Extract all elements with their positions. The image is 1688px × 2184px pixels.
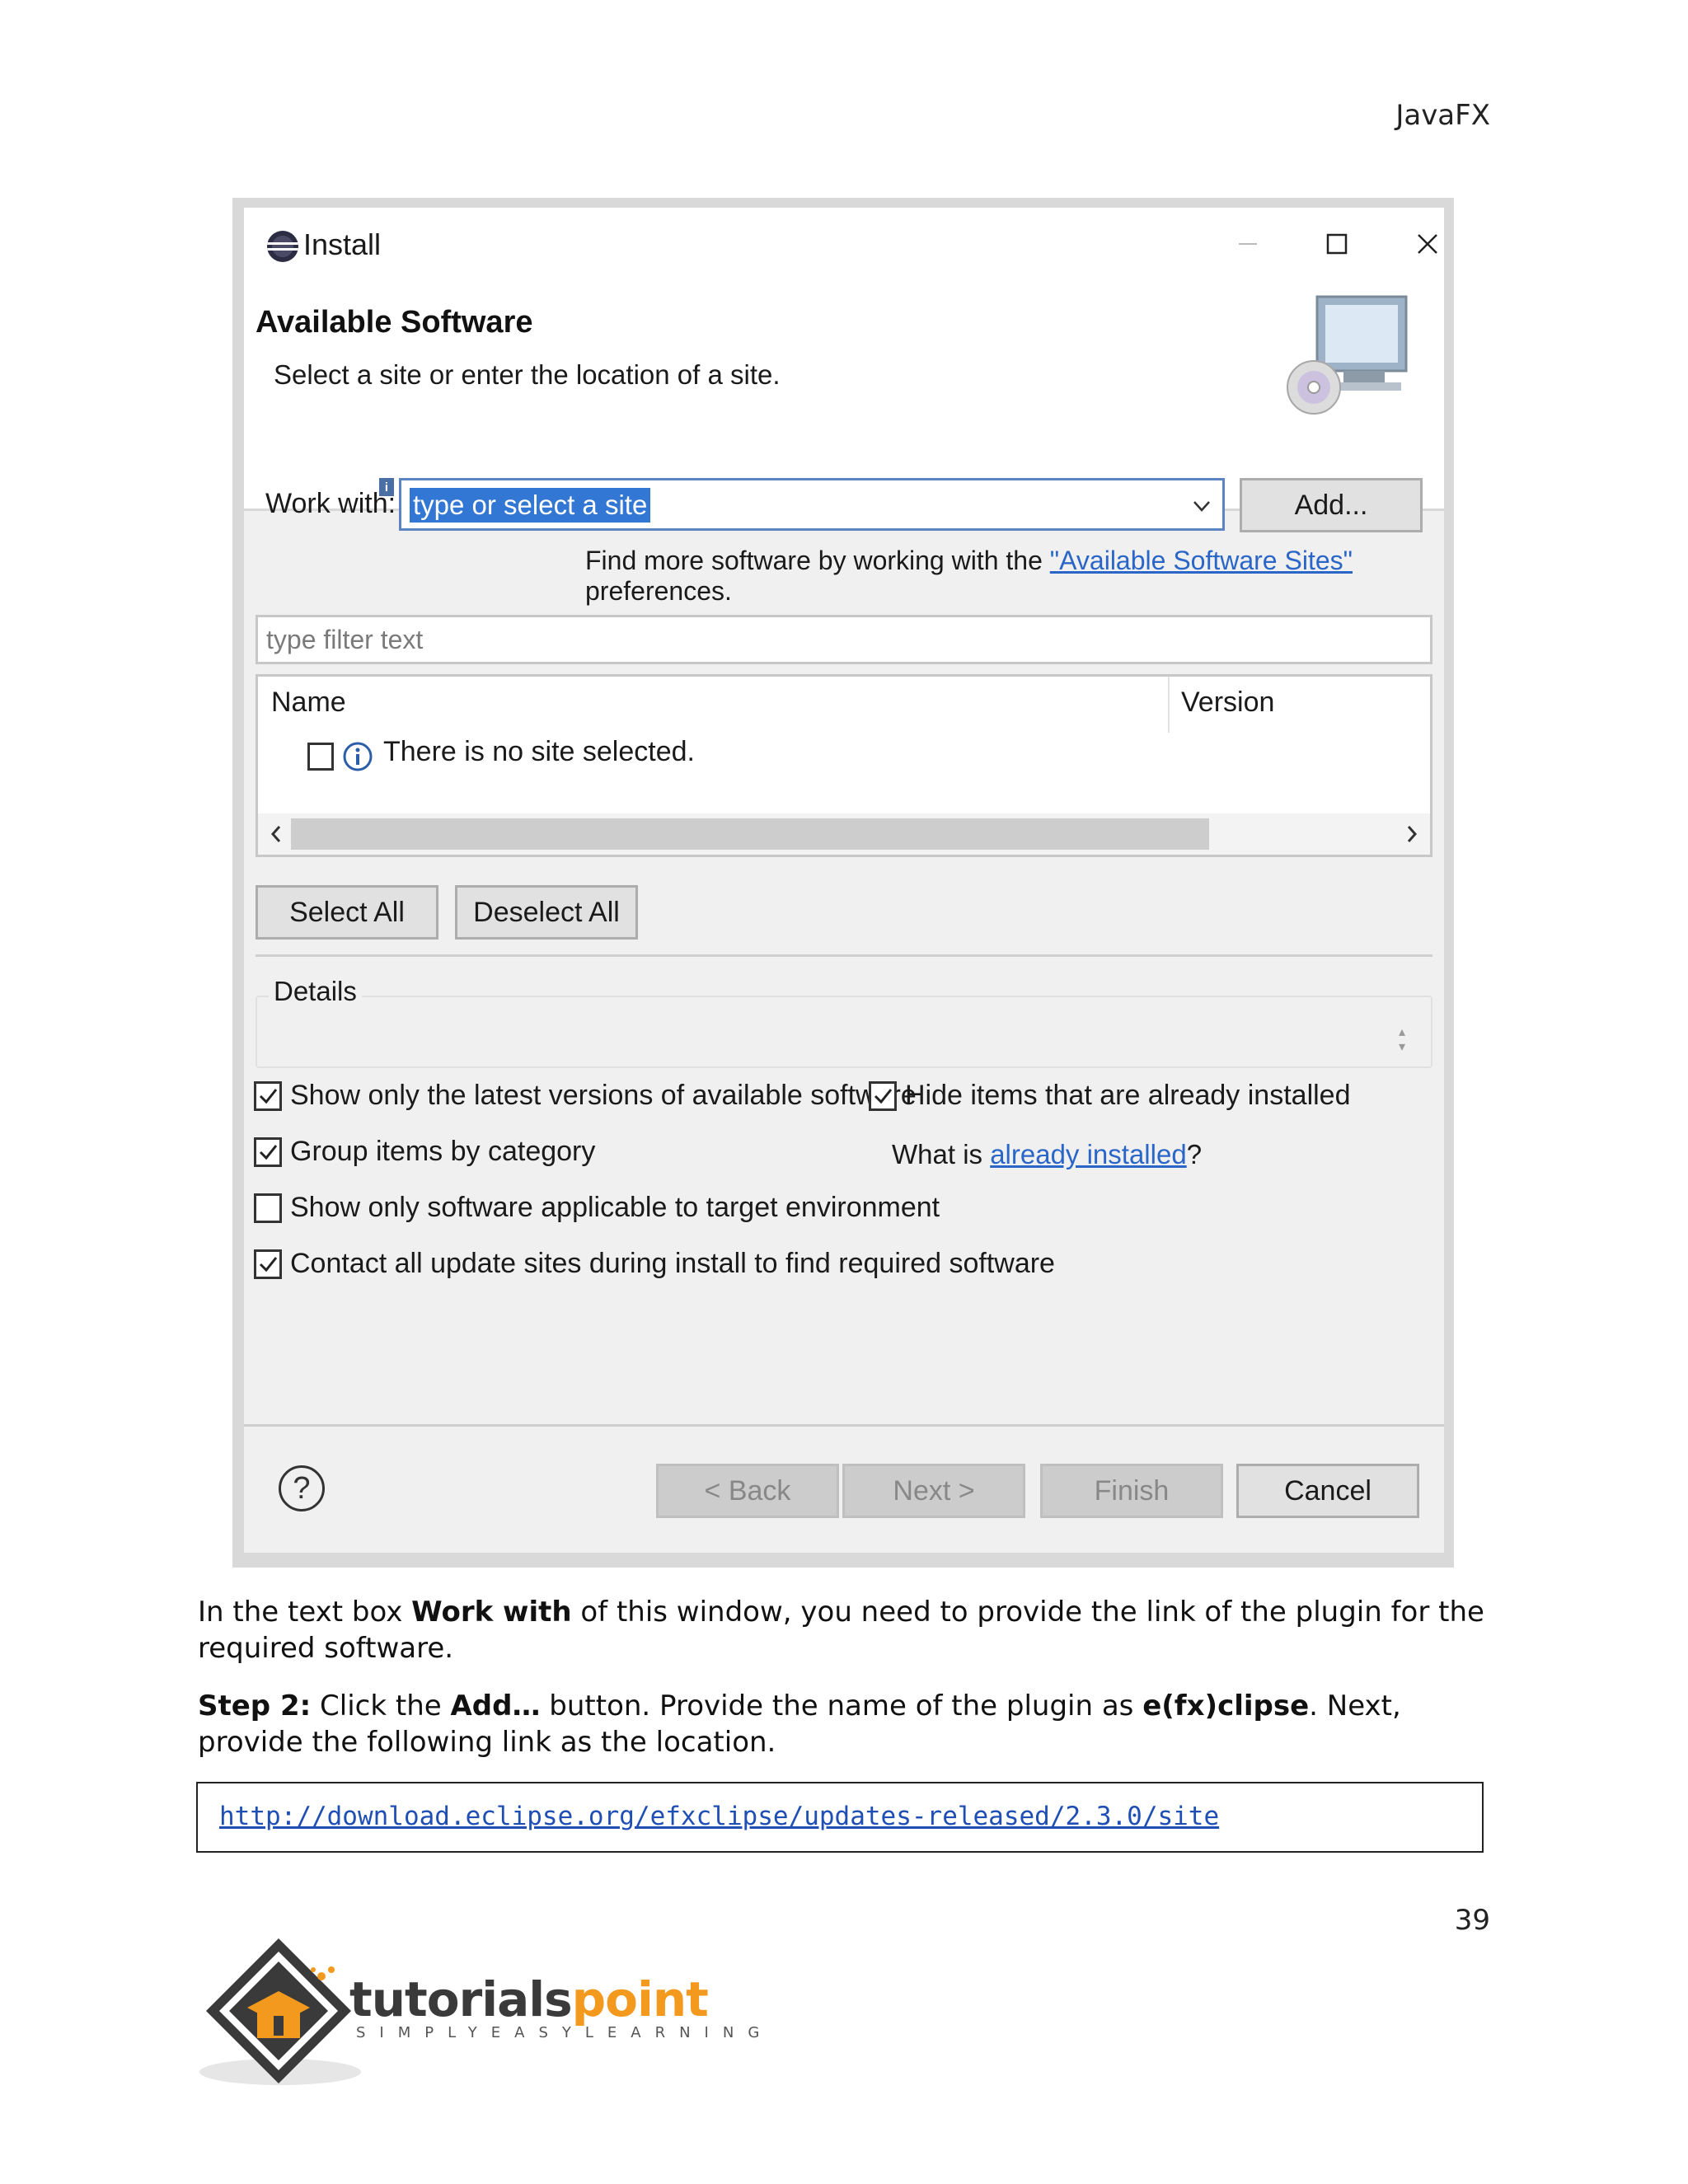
checkbox[interactable] — [254, 1249, 282, 1279]
finish-button[interactable]: Finish — [1040, 1464, 1223, 1518]
what-is-prefix: What is — [892, 1139, 991, 1169]
logo-wordmark: tutorialspoint — [349, 1971, 709, 2027]
filter-placeholder: type filter text — [266, 625, 424, 654]
help-icon[interactable]: ? — [279, 1465, 325, 1511]
scroll-thumb[interactable] — [291, 818, 1209, 850]
logo-tagline: SIMPLYEASYLEARNING — [356, 2024, 774, 2041]
paragraph-step-2: Step 2: Click the Add… button. Provide t… — [198, 1688, 1492, 1760]
option-group-by-category[interactable]: Group items by category — [254, 1136, 595, 1168]
scroll-right-icon[interactable] — [1397, 817, 1427, 851]
step-label: Step 2: — [198, 1690, 312, 1722]
eclipse-icon — [267, 231, 298, 262]
logo-word-a: tutorials — [349, 1971, 573, 2027]
what-is-installed-text: What is already installed? — [892, 1139, 1202, 1170]
option-latest-versions[interactable]: Show only the latest versions of availab… — [254, 1080, 917, 1112]
select-all-button[interactable]: Select All — [256, 885, 438, 940]
available-sites-link[interactable]: "Available Software Sites" — [1050, 546, 1353, 575]
horizontal-scrollbar[interactable] — [258, 813, 1430, 855]
add-button[interactable]: Add... — [1240, 478, 1423, 532]
window-title: Install — [303, 227, 382, 261]
close-icon[interactable] — [1395, 219, 1461, 269]
option-label: Show only software applicable to target … — [290, 1192, 940, 1223]
url-box: http://download.eclipse.org/efxclipse/up… — [196, 1782, 1484, 1853]
work-with-label: Work with: — [265, 488, 396, 519]
checkmark-icon — [259, 1256, 278, 1272]
table-row-text: There is no site selected. — [383, 736, 695, 767]
install-wizard-icon — [1284, 290, 1416, 447]
checkbox[interactable] — [869, 1080, 897, 1111]
work-with-combo[interactable]: type or select a site — [399, 478, 1225, 531]
details-area — [256, 996, 1432, 1068]
banner-title: Available Software — [256, 305, 533, 340]
text: In the text box — [198, 1596, 412, 1629]
details-scroll-icon[interactable]: ▴ ▾ — [1393, 1025, 1411, 1058]
find-more-suffix: preferences. — [585, 576, 732, 606]
checkbox[interactable] — [254, 1080, 282, 1111]
back-button[interactable]: < Back — [656, 1464, 839, 1518]
deselect-all-button[interactable]: Deselect All — [455, 885, 638, 940]
footer-separator — [244, 1424, 1444, 1427]
details-label: Details — [269, 976, 362, 1007]
chevron-down-icon[interactable] — [1188, 492, 1216, 520]
checkbox[interactable] — [254, 1193, 282, 1223]
option-label: Show only the latest versions of availab… — [290, 1080, 917, 1111]
separator — [256, 954, 1432, 957]
scroll-left-icon[interactable] — [261, 817, 291, 851]
plugin-url-link[interactable]: http://download.eclipse.org/efxclipse/up… — [219, 1802, 1219, 1831]
find-more-text: Find more software by working with the "… — [585, 546, 1444, 607]
find-more-prefix: Find more software by working with the — [585, 546, 1050, 575]
install-dialog: Install Available Software Select a site… — [244, 208, 1444, 1553]
logo-word-b: point — [571, 1971, 709, 2027]
column-divider — [1168, 677, 1170, 733]
next-button[interactable]: Next > — [842, 1464, 1025, 1518]
info-circle-icon — [342, 741, 373, 772]
page-number: 39 — [1454, 1904, 1490, 1937]
bold-text: e(fx)clipse — [1142, 1690, 1310, 1722]
checkbox[interactable] — [254, 1137, 282, 1167]
row-checkbox[interactable] — [307, 743, 334, 771]
option-label: Hide items that are already installed — [905, 1080, 1351, 1111]
info-icon: i — [379, 478, 394, 496]
text: button. Provide the name of the plugin a… — [540, 1690, 1143, 1722]
maximize-icon[interactable] — [1304, 219, 1370, 269]
column-header-name[interactable]: Name — [271, 687, 346, 719]
what-is-suffix: ? — [1186, 1139, 1203, 1169]
filter-input[interactable]: type filter text — [256, 615, 1432, 664]
text: Click the — [311, 1690, 451, 1722]
bold-text: Work with — [411, 1596, 572, 1629]
running-header: JavaFX — [1395, 99, 1490, 132]
banner-subtitle: Select a site or enter the location of a… — [274, 359, 781, 390]
option-applicable-target[interactable]: Show only software applicable to target … — [254, 1192, 940, 1224]
checkmark-icon — [874, 1088, 893, 1104]
cancel-button[interactable]: Cancel — [1236, 1464, 1419, 1518]
software-table: Name Version There is no site selected. — [256, 674, 1432, 857]
option-label: Contact all update sites during install … — [290, 1248, 1055, 1279]
work-with-value: type or select a site — [410, 488, 651, 523]
paragraph-work-with: In the text box Work with of this window… — [198, 1594, 1492, 1666]
column-header-version[interactable]: Version — [1181, 687, 1274, 719]
checkmark-icon — [259, 1144, 278, 1160]
option-hide-installed[interactable]: Hide items that are already installed — [869, 1080, 1351, 1112]
checkmark-icon — [259, 1088, 278, 1104]
minimize-icon[interactable] — [1215, 219, 1281, 269]
bold-text: Add… — [450, 1690, 541, 1722]
option-label: Group items by category — [290, 1136, 596, 1167]
title-bar: Install — [244, 208, 1444, 282]
already-installed-link[interactable]: already installed — [990, 1139, 1186, 1169]
option-contact-all-sites[interactable]: Contact all update sites during install … — [254, 1248, 1055, 1280]
